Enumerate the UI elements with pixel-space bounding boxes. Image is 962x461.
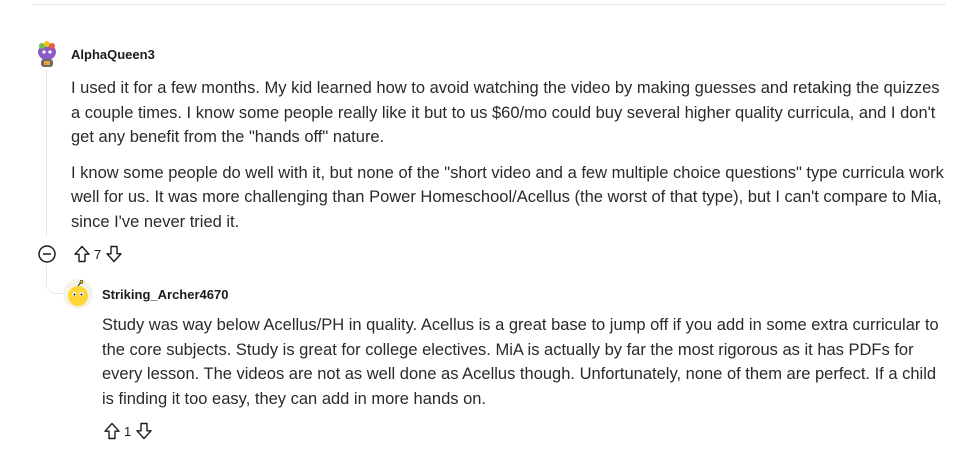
vote-bar: 7 <box>72 244 124 264</box>
downvote-button[interactable] <box>134 421 154 441</box>
collapse-button[interactable] <box>37 244 57 264</box>
reply-branch-line <box>46 265 63 294</box>
arrow-up-outline-icon <box>74 245 90 263</box>
username[interactable]: Striking_Archer4670 <box>102 287 228 302</box>
arrow-up-outline-icon <box>104 422 120 440</box>
top-divider <box>32 4 946 5</box>
upvote-button[interactable] <box>72 244 92 264</box>
vote-count: 7 <box>94 246 102 262</box>
comment-paragraph: I used it for a few months. My kid learn… <box>71 79 940 146</box>
comment-paragraph: Study was way below Acellus/PH in qualit… <box>102 316 939 408</box>
avatar[interactable] <box>32 39 62 69</box>
vote-count: 1 <box>124 423 132 439</box>
comment-paragraph: I know some people do well with it, but … <box>71 163 944 231</box>
avatar[interactable] <box>63 279 93 309</box>
downvote-button[interactable] <box>104 244 124 264</box>
comment-body: Study was way below Acellus/PH in qualit… <box>102 313 947 422</box>
upvote-button[interactable] <box>102 421 122 441</box>
arrow-down-outline-icon <box>136 422 152 440</box>
comment-body: I used it for a few months. My kid learn… <box>71 76 951 245</box>
minus-circle-icon <box>38 245 56 263</box>
vote-bar: 1 <box>102 421 154 441</box>
thread-line[interactable] <box>46 70 47 237</box>
username[interactable]: AlphaQueen3 <box>71 47 155 62</box>
arrow-down-outline-icon <box>106 245 122 263</box>
